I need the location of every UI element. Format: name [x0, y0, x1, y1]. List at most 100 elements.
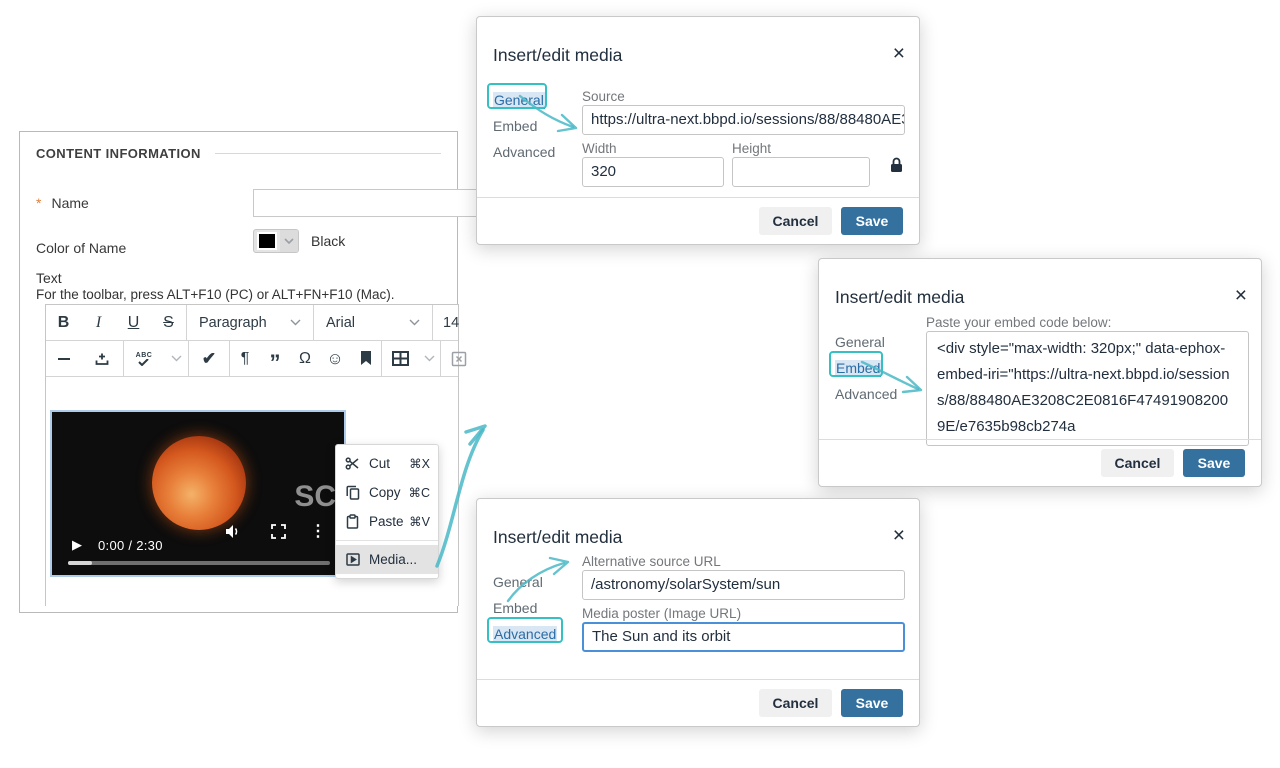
insert-edit-media-dialog-general: Insert/edit media × General Embed Advanc…	[476, 16, 920, 245]
italic-button[interactable]: I	[81, 305, 116, 340]
close-icon[interactable]: ×	[1235, 285, 1247, 306]
toolbar-hint: For the toolbar, press ALT+F10 (PC) or A…	[36, 287, 395, 302]
toolbar-row-2: ABC ✔ ¶ ” Ω ☺	[46, 341, 458, 377]
height-input[interactable]	[732, 157, 870, 187]
tab-general[interactable]: General	[493, 569, 557, 595]
context-menu: Cut ⌘X Copy ⌘C Paste ⌘V Med	[335, 444, 439, 579]
spellcheck-button[interactable]: ABC	[124, 341, 164, 376]
name-label: Name	[51, 195, 88, 211]
toolbar-row-1: B I U S Paragraph Arial 14	[46, 305, 458, 341]
source-input[interactable]: https://ultra-next.bbpd.io/sessions/88/8…	[582, 105, 905, 135]
video-progress-played	[68, 561, 92, 565]
video-player[interactable]: SC ▶ 0:00 / 2:30 ⋮	[50, 410, 346, 577]
bold-button[interactable]: B	[46, 305, 81, 340]
video-controls: ▶ 0:00 / 2:30	[52, 537, 344, 553]
special-character-button[interactable]: Ω	[290, 341, 320, 376]
source-label: Source	[582, 89, 625, 104]
save-button[interactable]: Save	[841, 207, 903, 235]
media-icon	[344, 553, 361, 566]
color-of-name-label: Color of Name	[36, 240, 126, 256]
bookmark-button[interactable]	[350, 341, 381, 376]
color-value-label: Black	[311, 233, 345, 249]
scissors-icon	[344, 456, 361, 471]
chevron-down-icon	[290, 319, 301, 326]
close-icon[interactable]: ×	[893, 43, 905, 64]
dialog-footer-divider	[819, 439, 1261, 440]
tab-advanced[interactable]: Advanced	[835, 381, 897, 407]
copy-icon	[344, 485, 361, 500]
fullscreen-icon[interactable]	[271, 524, 286, 539]
color-swatch-picker[interactable]	[253, 229, 299, 253]
dialog-tabs: General Embed Advanced	[493, 87, 555, 165]
tab-embed[interactable]: Embed	[493, 595, 557, 621]
dialog-tabs: General Embed Advanced	[493, 569, 557, 647]
sun-video-frame	[152, 436, 246, 530]
screenshot-stage: CONTENT INFORMATION * Name Color of Name…	[0, 0, 1280, 768]
show-paragraph-marks-button[interactable]: ¶	[230, 341, 260, 376]
media-poster-label: Media poster (Image URL)	[582, 606, 741, 621]
dialog-title: Insert/edit media	[835, 287, 964, 308]
video-time: 0:00 / 2:30	[98, 538, 163, 553]
tab-advanced[interactable]: Advanced	[493, 139, 555, 165]
tab-embed[interactable]: Embed	[835, 355, 897, 381]
chevron-down-icon[interactable]	[280, 230, 298, 252]
context-menu-item-paste[interactable]: Paste ⌘V	[336, 507, 438, 536]
tab-embed[interactable]: Embed	[493, 113, 555, 139]
font-size-select[interactable]: 14	[433, 305, 461, 340]
name-input[interactable]	[253, 189, 476, 217]
save-button[interactable]: Save	[841, 689, 903, 717]
insert-edit-media-dialog-embed: Insert/edit media × General Embed Advanc…	[818, 258, 1262, 487]
dialog-title: Insert/edit media	[493, 527, 622, 548]
table-dropdown[interactable]	[418, 341, 440, 376]
clipboard-icon	[344, 514, 361, 529]
tab-advanced[interactable]: Advanced	[493, 621, 557, 647]
play-button[interactable]: ▶	[72, 537, 82, 553]
video-menu-icon[interactable]: ⋮	[310, 521, 326, 541]
cancel-button[interactable]: Cancel	[759, 207, 832, 235]
save-button[interactable]: Save	[1183, 449, 1245, 477]
dialog-footer-divider	[477, 679, 919, 680]
dialog-title: Insert/edit media	[493, 45, 622, 66]
alt-source-label: Alternative source URL	[582, 554, 721, 569]
embed-code-label: Paste your embed code below:	[926, 315, 1111, 330]
media-poster-input[interactable]: The Sun and its orbit	[582, 622, 905, 652]
context-menu-item-media[interactable]: Media...	[336, 545, 438, 574]
panel-title: CONTENT INFORMATION	[36, 146, 201, 161]
black-color-swatch	[257, 232, 277, 250]
underline-button[interactable]: U	[116, 305, 151, 340]
insert-content-button[interactable]	[81, 341, 123, 376]
paragraph-format-select[interactable]: Paragraph	[187, 305, 313, 340]
video-watermark: SC	[294, 480, 336, 514]
font-family-select[interactable]: Arial	[314, 305, 432, 340]
context-menu-item-cut[interactable]: Cut ⌘X	[336, 449, 438, 478]
header-rule	[215, 153, 441, 154]
video-progress-bar[interactable]	[68, 561, 330, 565]
width-input[interactable]: 320	[582, 157, 724, 187]
cancel-button[interactable]: Cancel	[1101, 449, 1174, 477]
panel-header: CONTENT INFORMATION	[36, 146, 441, 161]
close-icon[interactable]: ×	[893, 525, 905, 546]
emoticons-button[interactable]: ☺	[320, 341, 350, 376]
context-menu-item-copy[interactable]: Copy ⌘C	[336, 478, 438, 507]
horizontal-rule-button[interactable]	[46, 341, 81, 376]
lock-icon[interactable]	[890, 157, 903, 178]
required-marker: *	[36, 195, 41, 211]
color-row: Color of Name Black	[36, 240, 457, 256]
embed-code-textarea[interactable]: <div style="max-width: 320px;" data-epho…	[926, 331, 1249, 446]
spellcheck-dropdown[interactable]	[164, 341, 188, 376]
text-label: Text	[36, 270, 62, 286]
chevron-down-icon	[409, 319, 420, 326]
table-button[interactable]	[382, 341, 418, 376]
blockquote-button[interactable]: ”	[260, 341, 290, 376]
accessibility-checker-button[interactable]: ✔	[189, 341, 229, 376]
tab-general[interactable]: General	[835, 329, 897, 355]
context-menu-separator	[336, 540, 438, 541]
cancel-button[interactable]: Cancel	[759, 689, 832, 717]
volume-icon[interactable]	[225, 524, 242, 539]
delete-cell-button-disabled	[441, 341, 477, 376]
width-label: Width	[582, 141, 617, 156]
tab-general[interactable]: General	[493, 87, 555, 113]
strikethrough-button[interactable]: S	[151, 305, 186, 340]
dialog-footer-divider	[477, 197, 919, 198]
alt-source-input[interactable]: /astronomy/solarSystem/sun	[582, 570, 905, 600]
